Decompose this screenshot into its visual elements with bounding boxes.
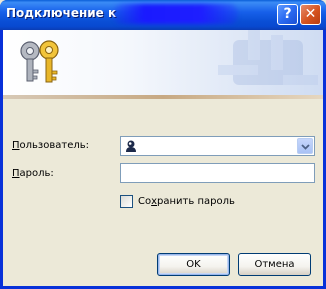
user-label: Пользователь: [12, 140, 90, 151]
user-icon [126, 140, 136, 152]
chevron-down-icon [301, 144, 310, 150]
keys-icon [20, 40, 59, 83]
save-password-label[interactable]: Сохранить пароль [138, 196, 235, 207]
banner-divider [3, 95, 323, 99]
save-password-checkbox[interactable] [120, 195, 133, 208]
password-label: Пароль: [12, 168, 54, 179]
title-bar[interactable]: Подключение к ? ✕ [0, 0, 326, 30]
dropdown-arrow-button[interactable] [297, 138, 313, 154]
cancel-button[interactable]: Отмена [238, 253, 311, 276]
close-button[interactable]: ✕ [300, 4, 321, 25]
window-title: Подключение к [6, 6, 117, 20]
dialog-body: Пользователь: Пароль: Сохранить пароль O… [3, 30, 323, 286]
ok-button[interactable]: OK [157, 253, 230, 276]
user-combobox[interactable] [120, 136, 315, 156]
help-button[interactable]: ? [277, 4, 298, 25]
banner [3, 30, 323, 95]
password-field[interactable] [120, 163, 315, 183]
redacted-server-name [113, 4, 238, 24]
dialog-window: Подключение к ? ✕ Пользователь: Пароль: … [0, 0, 326, 289]
keys-watermark-icon [218, 30, 318, 85]
